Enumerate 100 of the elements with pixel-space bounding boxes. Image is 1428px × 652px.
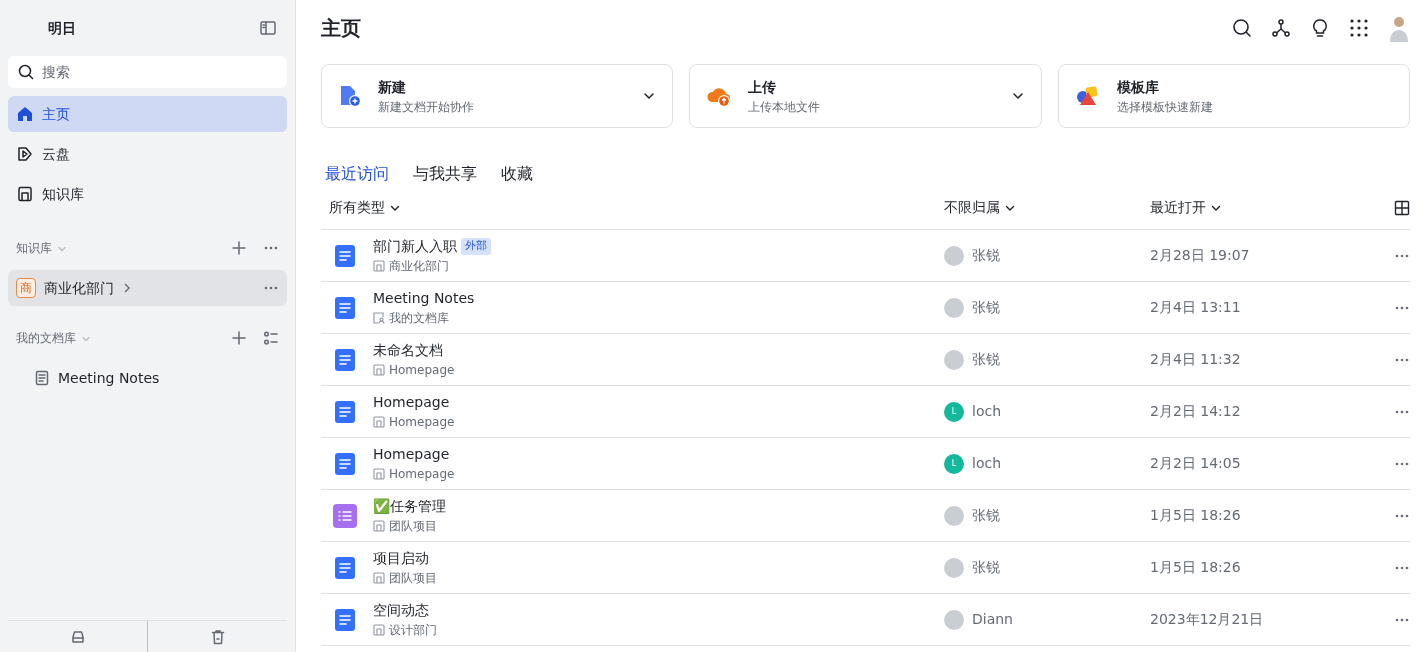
filter-dropdown[interactable]: 所有类型 (329, 197, 401, 218)
space-badge: 商 (16, 278, 36, 298)
document-title: 未命名文档 (373, 341, 443, 360)
owner-name: loch (972, 454, 1002, 473)
sidebar-item[interactable]: 商 商业化部门 (8, 270, 287, 306)
document-location: Homepage (389, 466, 455, 483)
owner-name: 张锐 (972, 246, 1000, 265)
person-doc-icon (373, 312, 385, 324)
avatar-photo-placeholder (944, 557, 964, 578)
sidebar-icon (259, 19, 277, 37)
nav-item[interactable]: 云盘 (8, 136, 287, 172)
owner-name: Diann (972, 610, 1013, 629)
document-location: Homepage (389, 362, 455, 379)
list-icon (263, 330, 279, 346)
grid-dots-icon (1349, 18, 1369, 38)
connections-button[interactable] (1271, 18, 1291, 38)
document-title: 空间动态 (373, 601, 429, 620)
owner-name: 张锐 (972, 506, 1000, 525)
grid-view-button[interactable] (1394, 200, 1410, 216)
grid-view-icon (1394, 200, 1410, 216)
workspace-title: 明日 (48, 18, 76, 38)
play-shield-icon (16, 145, 34, 163)
document-icon (333, 295, 357, 320)
avatar-photo-placeholder (944, 609, 964, 630)
book-icon (373, 260, 385, 272)
opened-time: 2月28日 19:07 (1150, 246, 1251, 265)
nav-item[interactable]: 主页 (8, 96, 287, 132)
lightbulb-icon (1310, 18, 1330, 38)
table-row[interactable]: Meeting Notes 我的文档库 张锐 2月4日 13:11 (321, 282, 1410, 334)
search-icon (1232, 18, 1252, 38)
table-row[interactable]: 部门新人入职 外部 商业化部门 张锐 2月28日 19:07 (321, 230, 1410, 282)
quick-action-card[interactable]: 新建 新建文档开始协作 (321, 64, 674, 128)
plus-icon (231, 240, 247, 256)
avatar-circle: L (944, 401, 964, 422)
document-title: ✅任务管理 (373, 497, 446, 516)
document-title: 部门新人入职 (373, 237, 457, 256)
avatar-photo-placeholder (944, 505, 964, 526)
quick-action-card[interactable]: 上传 上传本地文件 (689, 64, 1042, 128)
table-row[interactable]: ✅任务管理 团队项目 张锐 1月5日 18:26 (321, 490, 1410, 542)
opened-time: 2023年12月21日 (1150, 610, 1265, 629)
document-location: Homepage (389, 414, 455, 431)
document-icon (34, 370, 50, 386)
avatar-photo-placeholder (944, 349, 964, 370)
document-icon (333, 347, 357, 372)
chevron-right-icon (122, 282, 132, 294)
new-document-icon (338, 84, 362, 108)
document-icon (333, 607, 357, 632)
plus-icon (231, 330, 247, 346)
nav-item[interactable]: 知识库 (8, 176, 287, 212)
sidebar-item[interactable]: Meeting Notes (8, 360, 287, 396)
apps-button[interactable] (1349, 18, 1369, 38)
user-avatar-icon (1388, 14, 1410, 42)
owner-name: 张锐 (972, 558, 1000, 577)
section-action-button[interactable] (263, 330, 279, 346)
book-icon (373, 520, 385, 532)
table-row[interactable]: 空间动态 设计部门 Diann 2023年12月21日 (321, 594, 1410, 646)
search-field[interactable]: 搜索 (8, 56, 287, 88)
add-button[interactable] (231, 330, 247, 346)
tab[interactable]: 收藏 (501, 162, 533, 186)
tab[interactable]: 与我共享 (413, 162, 477, 186)
filter-dropdown[interactable]: 不限归属 (944, 197, 1016, 218)
document-title: 项目启动 (373, 549, 429, 568)
document-icon (333, 451, 357, 476)
card-subtitle: 上传本地文件 (748, 98, 821, 116)
search-button[interactable] (1232, 18, 1252, 38)
opened-time: 1月5日 18:26 (1150, 558, 1242, 577)
card-title: 新建 (378, 77, 407, 97)
document-location: 商业化部门 (389, 258, 449, 275)
add-button[interactable] (231, 240, 247, 256)
document-location: 设计部门 (389, 622, 437, 639)
owner-name: 张锐 (972, 298, 1000, 317)
tab[interactable]: 最近访问 (325, 162, 389, 186)
document-icon (333, 243, 357, 268)
table-row[interactable]: Homepage Homepage L loch 2月2日 14:05 (321, 438, 1410, 490)
opened-time: 2月4日 11:32 (1150, 350, 1242, 369)
document-icon (333, 555, 357, 580)
book-icon (373, 572, 385, 584)
avatar-photo-placeholder (944, 297, 964, 318)
owner-name: loch (972, 402, 1002, 421)
search-icon (18, 64, 34, 80)
book-icon (373, 468, 385, 480)
table-row[interactable]: 未命名文档 Homepage 张锐 2月4日 11:32 (321, 334, 1410, 386)
opened-time: 1月5日 18:26 (1150, 506, 1242, 525)
quick-action-card[interactable]: 模板库 选择模板快速新建 (1057, 64, 1410, 128)
filter-dropdown[interactable]: 最近打开 (1150, 197, 1222, 218)
document-location: 我的文档库 (389, 310, 449, 327)
task-list-icon (333, 503, 357, 528)
document-icon (333, 399, 357, 424)
book-icon (373, 364, 385, 376)
ideas-button[interactable] (1310, 18, 1330, 38)
document-location: 团队项目 (389, 570, 437, 587)
avatar-photo-placeholder (944, 245, 964, 266)
card-subtitle: 选择模板快速新建 (1116, 98, 1213, 116)
external-tag: 外部 (461, 238, 491, 255)
page-title: 主页 (321, 16, 361, 40)
table-row[interactable]: Homepage Homepage L loch 2月2日 14:12 (321, 386, 1410, 438)
sidebar-toggle-button[interactable] (259, 19, 277, 37)
inbox-icon (69, 628, 86, 645)
table-row[interactable]: 项目启动 团队项目 张锐 1月5日 18:26 (321, 542, 1410, 594)
home-icon (16, 105, 34, 123)
